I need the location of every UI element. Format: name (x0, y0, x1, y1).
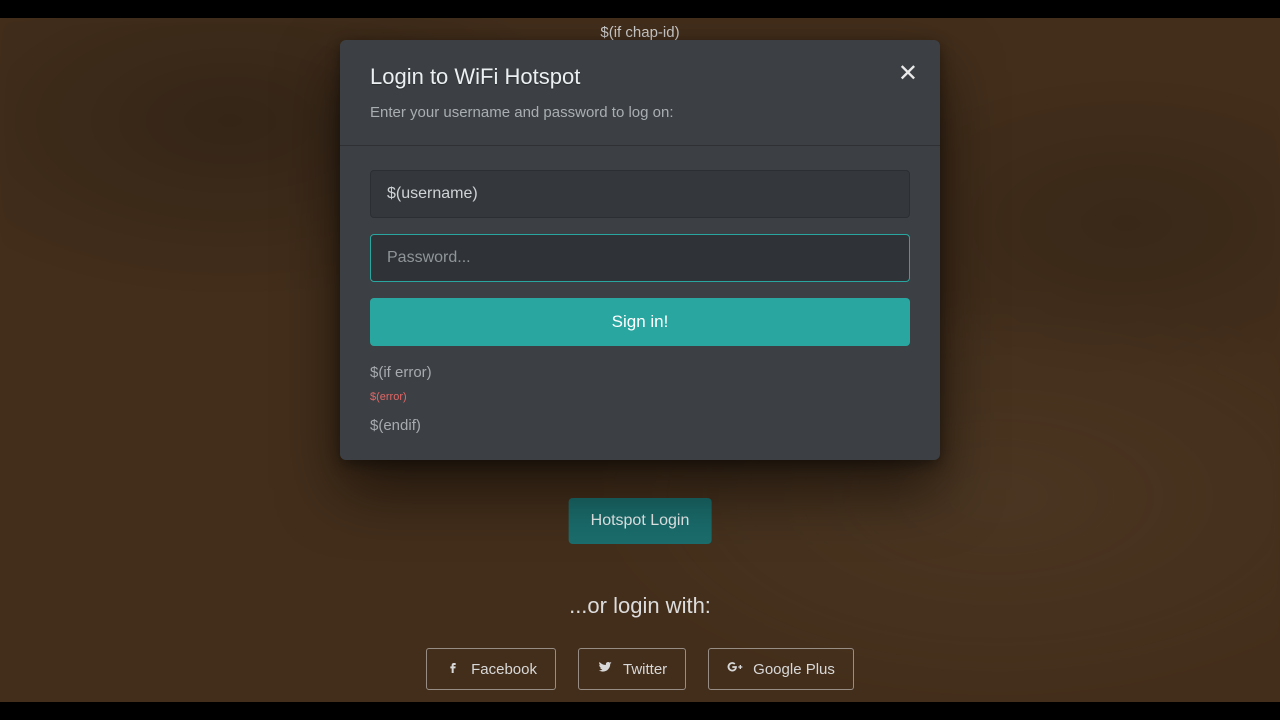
twitter-icon (597, 659, 613, 679)
username-input[interactable] (370, 170, 910, 218)
close-icon[interactable]: ✕ (898, 62, 918, 86)
twitter-label: Twitter (623, 661, 667, 678)
googleplus-login-button[interactable]: Google Plus (708, 648, 854, 690)
or-login-with-text: ...or login with: (0, 593, 1280, 619)
error-text: $(error) (370, 391, 910, 403)
facebook-icon (445, 659, 461, 679)
modal-body: Sign in! $(if error) $(error) $(endif) (340, 146, 940, 460)
googleplus-label: Google Plus (753, 661, 835, 678)
social-login-row: Facebook Twitter Google Plus (0, 648, 1280, 690)
hotspot-login-button[interactable]: Hotspot Login (569, 498, 712, 544)
modal-header: Login to WiFi Hotspot Enter your usernam… (340, 40, 940, 143)
modal-title: Login to WiFi Hotspot (370, 64, 910, 90)
if-error-text: $(if error) (370, 364, 910, 381)
facebook-login-button[interactable]: Facebook (426, 648, 556, 690)
endif-text: $(endif) (370, 417, 910, 434)
letterbox-top (0, 0, 1280, 18)
login-modal: Login to WiFi Hotspot Enter your usernam… (340, 40, 940, 460)
modal-subtitle: Enter your username and password to log … (370, 104, 910, 121)
facebook-label: Facebook (471, 661, 537, 678)
chap-id-text: $(if chap-id) (0, 24, 1280, 41)
googleplus-icon (727, 659, 743, 679)
page-canvas: $(if chap-id) Latvis MIND, Hotspot Login… (0, 18, 1280, 702)
sign-in-button[interactable]: Sign in! (370, 298, 910, 346)
password-input[interactable] (370, 234, 910, 282)
letterbox-bottom (0, 702, 1280, 720)
twitter-login-button[interactable]: Twitter (578, 648, 686, 690)
